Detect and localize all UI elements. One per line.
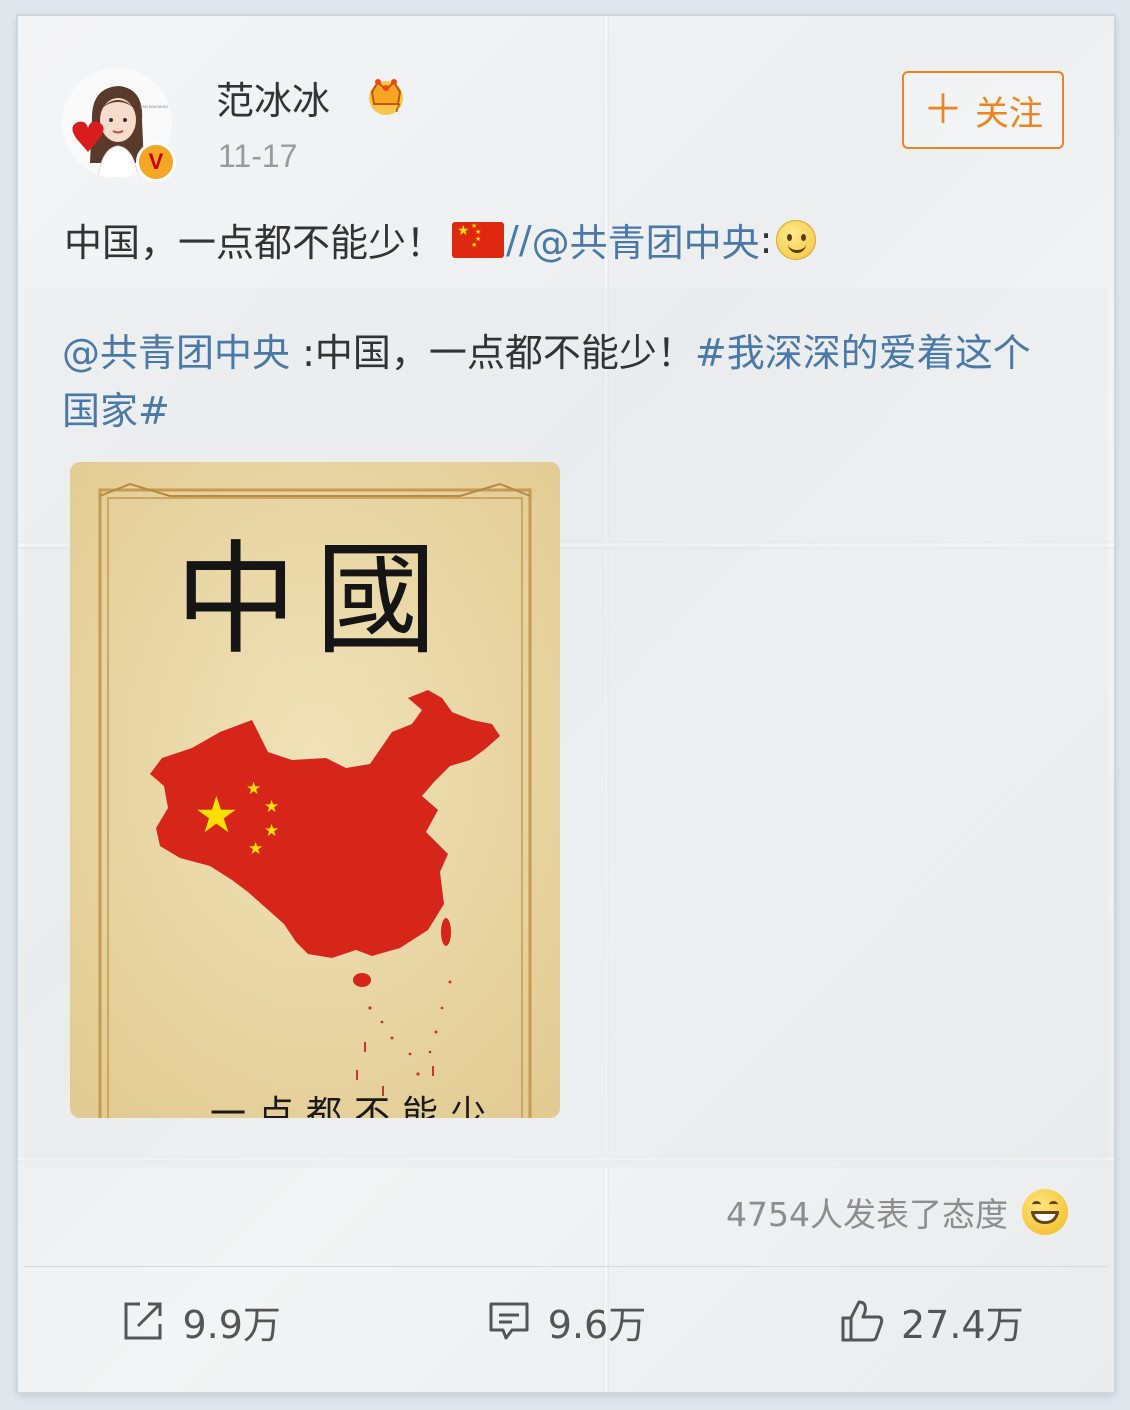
crown-icon[interactable]: 7 <box>364 72 408 116</box>
repost-body: 中国，一点都不能少！ <box>314 331 695 375</box>
post-text: 中国，一点都不能少！ ★ ★ ★ ★ ★ // @共青团中央 : <box>64 212 817 267</box>
reactions-summary[interactable]: 4754人发表了态度 <box>726 1188 1068 1236</box>
svg-text:★: ★ <box>264 821 279 841</box>
plus-icon: ＋ <box>923 87 963 133</box>
repost-mention-link[interactable]: @共青团中央 <box>62 331 290 375</box>
repost-separator: // <box>506 217 532 262</box>
smiley-icon <box>776 219 817 260</box>
avatar-caption: FAN BINGBING <box>140 104 168 109</box>
reactions-text: 4754人发表了态度 <box>726 1195 1008 1234</box>
author-name[interactable]: 范冰冰 <box>216 70 330 125</box>
post-text-body: 中国，一点都不能少！ <box>64 221 445 265</box>
mention-colon: : <box>759 217 773 262</box>
mention-link[interactable]: @共青团中央 <box>532 212 760 267</box>
repost-sep: : <box>290 331 315 375</box>
repost-text: @共青团中央 :中国，一点都不能少！#我深深的爱着这个国家# <box>62 324 1062 440</box>
post-date: 11-17 <box>218 138 298 174</box>
comment-count: 9.6万 <box>547 1302 647 1347</box>
svg-text:★: ★ <box>264 797 279 817</box>
follow-label: 关注 <box>975 93 1043 134</box>
post-card: FAN BINGBING V 范冰冰 7 11-17 ＋ 关注 中国，一点都不能… <box>18 16 1114 1392</box>
poster-image[interactable]: 中國 ★ ★ ★ ★ ★ 一点都不能少 <box>70 462 560 1135</box>
like-count: 27.4万 <box>901 1302 1024 1347</box>
like-icon <box>841 1300 884 1342</box>
action-bar: 9.9万 9.6万 27.4万 <box>18 1286 1114 1356</box>
poster-bottom-text: 一点都不能少 <box>210 1094 498 1118</box>
like-button[interactable]: 27.4万 <box>749 1286 1114 1356</box>
flag-icon: ★ ★ ★ ★ ★ <box>452 221 505 258</box>
divider <box>24 1266 1108 1267</box>
comment-button[interactable]: 9.6万 <box>383 1286 748 1356</box>
laugh-icon <box>1022 1189 1068 1235</box>
verified-icon: V <box>136 142 176 182</box>
svg-text:★: ★ <box>194 786 239 844</box>
repost-count: 9.9万 <box>182 1302 281 1347</box>
svg-text:★: ★ <box>248 839 263 859</box>
repost-button[interactable]: 9.9万 <box>18 1286 383 1356</box>
poster-title: 中國 <box>175 529 455 671</box>
follow-button[interactable]: ＋ 关注 <box>902 71 1064 149</box>
svg-text:7: 7 <box>394 101 401 115</box>
comment-icon <box>489 1302 529 1340</box>
svg-text:★: ★ <box>246 779 261 799</box>
repost-icon <box>124 1302 162 1340</box>
